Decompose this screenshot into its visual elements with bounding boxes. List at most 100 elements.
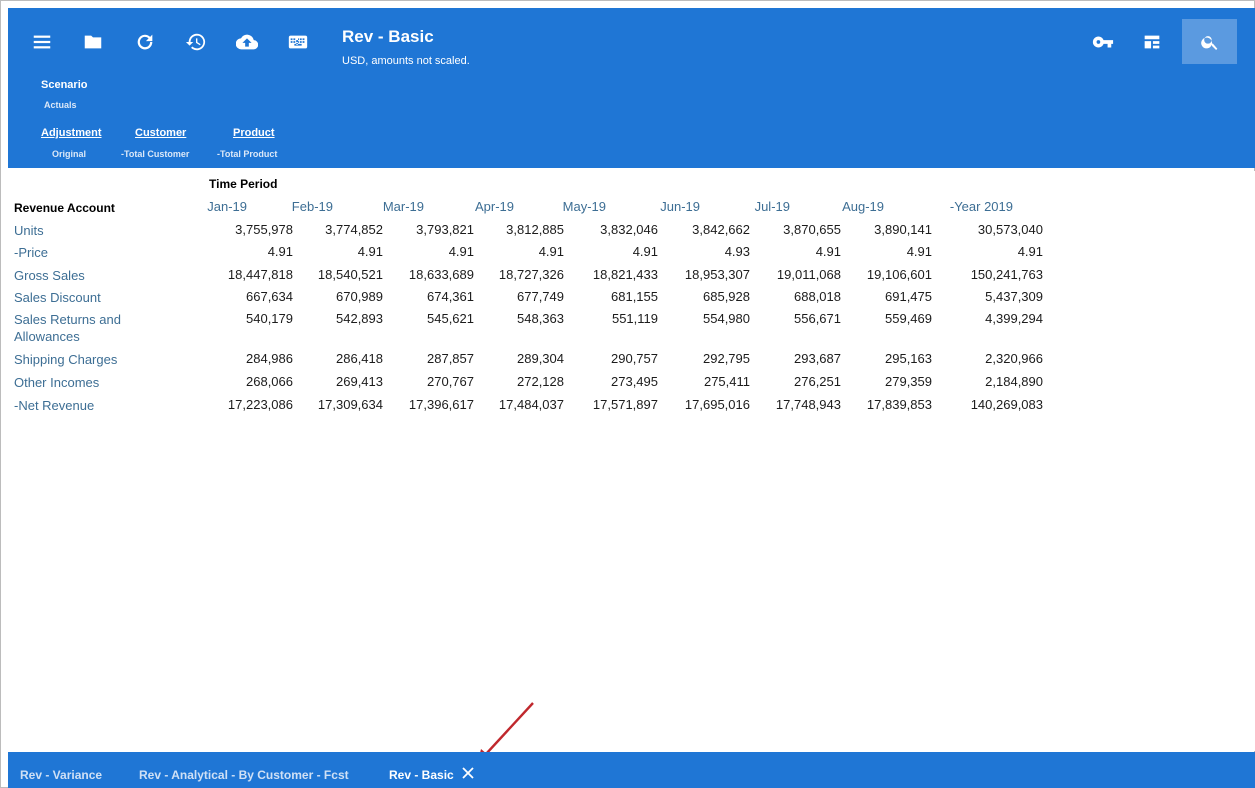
column-header[interactable]: May-19: [563, 199, 606, 214]
grid-cell[interactable]: 276,251: [794, 374, 841, 389]
grid-cell[interactable]: 2,320,966: [985, 351, 1043, 366]
grid-cell[interactable]: 19,106,601: [867, 267, 932, 282]
grid-cell[interactable]: 286,418: [336, 351, 383, 366]
grid-cell[interactable]: 3,842,662: [692, 222, 750, 237]
grid-cell[interactable]: 17,695,016: [685, 397, 750, 412]
tab-rev-basic[interactable]: Rev - Basic: [389, 768, 454, 782]
grid-cell[interactable]: 18,447,818: [228, 267, 293, 282]
grid-cell[interactable]: 4.91: [1018, 244, 1043, 259]
tab-close-icon[interactable]: [461, 766, 477, 782]
column-header[interactable]: Feb-19: [292, 199, 333, 214]
row-header[interactable]: Gross Sales: [14, 267, 164, 284]
grid-cell[interactable]: 691,475: [885, 289, 932, 304]
grid-cell[interactable]: 3,870,655: [783, 222, 841, 237]
tab-rev-variance[interactable]: Rev - Variance: [20, 768, 102, 782]
column-header[interactable]: Jul-19: [755, 199, 790, 214]
grid-cell[interactable]: 4.91: [358, 244, 383, 259]
grid-cell[interactable]: 4.93: [725, 244, 750, 259]
grid-cell[interactable]: 554,980: [703, 311, 750, 326]
grid-cell[interactable]: 289,304: [517, 351, 564, 366]
row-header[interactable]: -Price: [14, 244, 164, 261]
grid-cell[interactable]: 18,633,689: [409, 267, 474, 282]
column-header[interactable]: -Year 2019: [950, 199, 1013, 214]
grid-cell[interactable]: 150,241,763: [971, 267, 1043, 282]
grid-cell[interactable]: 292,795: [703, 351, 750, 366]
grid-cell[interactable]: 270,767: [427, 374, 474, 389]
grid-cell[interactable]: 273,495: [611, 374, 658, 389]
grid-cell[interactable]: 30,573,040: [978, 222, 1043, 237]
grid-cell[interactable]: 4.91: [907, 244, 932, 259]
grid-cell[interactable]: 17,223,086: [228, 397, 293, 412]
grid-cell[interactable]: 2,184,890: [985, 374, 1043, 389]
grid-cell[interactable]: 3,890,141: [874, 222, 932, 237]
grid-cell[interactable]: 17,396,617: [409, 397, 474, 412]
grid-cell[interactable]: 269,413: [336, 374, 383, 389]
grid-cell[interactable]: 17,309,634: [318, 397, 383, 412]
grid-cell[interactable]: 18,821,433: [593, 267, 658, 282]
grid-cell[interactable]: 140,269,083: [971, 397, 1043, 412]
grid-cell[interactable]: 542,893: [336, 311, 383, 326]
pov-customer-value[interactable]: -Total Customer: [121, 149, 189, 159]
row-header[interactable]: Units: [14, 222, 164, 239]
column-header[interactable]: Apr-19: [475, 199, 514, 214]
grid-cell[interactable]: 556,671: [794, 311, 841, 326]
grid-cell[interactable]: 677,749: [517, 289, 564, 304]
grid-cell[interactable]: 18,727,326: [499, 267, 564, 282]
grid-cell[interactable]: 4.91: [268, 244, 293, 259]
column-header[interactable]: Jun-19: [660, 199, 700, 214]
grid-cell[interactable]: 17,839,853: [867, 397, 932, 412]
row-header[interactable]: Other Incomes: [14, 374, 164, 391]
keyboard-icon[interactable]: [286, 30, 310, 54]
grid-cell[interactable]: 4.91: [816, 244, 841, 259]
menu-icon[interactable]: [30, 30, 54, 54]
row-header[interactable]: -Net Revenue: [14, 397, 164, 414]
grid-cell[interactable]: 3,774,852: [325, 222, 383, 237]
grid-cell[interactable]: 681,155: [611, 289, 658, 304]
grid-cell[interactable]: 18,540,521: [318, 267, 383, 282]
pov-adjustment-label[interactable]: Adjustment: [41, 127, 102, 139]
refresh-icon[interactable]: [133, 30, 157, 54]
key-icon[interactable]: [1091, 30, 1115, 54]
grid-cell[interactable]: 674,361: [427, 289, 474, 304]
grid-cell[interactable]: 4.91: [633, 244, 658, 259]
grid-cell[interactable]: 272,128: [517, 374, 564, 389]
pov-customer-label[interactable]: Customer: [135, 127, 186, 139]
grid-cell[interactable]: 287,857: [427, 351, 474, 366]
grid-cell[interactable]: 275,411: [704, 374, 750, 389]
layout-icon[interactable]: [1140, 30, 1164, 54]
pov-scenario-value[interactable]: Actuals: [44, 100, 77, 110]
pov-scenario-label[interactable]: Scenario: [41, 79, 87, 91]
grid-cell[interactable]: 18,953,307: [685, 267, 750, 282]
tab-rev-analytical-by-customer-fcst[interactable]: Rev - Analytical - By Customer - Fcst: [139, 768, 349, 782]
cloud-upload-icon[interactable]: [235, 30, 259, 54]
grid-cell[interactable]: 3,832,046: [600, 222, 658, 237]
grid-cell[interactable]: 4.91: [539, 244, 564, 259]
grid-cell[interactable]: 19,011,068: [777, 267, 841, 282]
row-header[interactable]: Shipping Charges: [14, 351, 164, 368]
grid-cell[interactable]: 667,634: [246, 289, 293, 304]
grid-cell[interactable]: 5,437,309: [985, 289, 1043, 304]
search-button[interactable]: [1182, 19, 1237, 64]
pov-product-value[interactable]: -Total Product: [217, 149, 277, 159]
grid-cell[interactable]: 545,621: [427, 311, 474, 326]
grid-cell[interactable]: 3,812,885: [506, 222, 564, 237]
row-header[interactable]: Sales Discount: [14, 289, 164, 306]
grid-cell[interactable]: 551,119: [612, 311, 658, 326]
column-header[interactable]: Jan-19: [207, 199, 247, 214]
grid-cell[interactable]: 685,928: [703, 289, 750, 304]
grid-cell[interactable]: 295,163: [885, 351, 932, 366]
folder-icon[interactable]: [81, 30, 105, 54]
grid-cell[interactable]: 17,571,897: [593, 397, 658, 412]
grid-cell[interactable]: 17,748,943: [776, 397, 841, 412]
grid-cell[interactable]: 4.91: [449, 244, 474, 259]
grid-cell[interactable]: 3,793,821: [416, 222, 474, 237]
grid-cell[interactable]: 268,066: [246, 374, 293, 389]
column-dimension-label[interactable]: Time Period: [209, 177, 277, 191]
row-header[interactable]: Sales Returns and Allowances: [14, 311, 164, 345]
column-header[interactable]: Mar-19: [383, 199, 424, 214]
column-header[interactable]: Aug-19: [842, 199, 884, 214]
grid-cell[interactable]: 548,363: [517, 311, 564, 326]
grid-cell[interactable]: 279,359: [885, 374, 932, 389]
grid-cell[interactable]: 4,399,294: [985, 311, 1043, 326]
grid-cell[interactable]: 17,484,037: [499, 397, 564, 412]
